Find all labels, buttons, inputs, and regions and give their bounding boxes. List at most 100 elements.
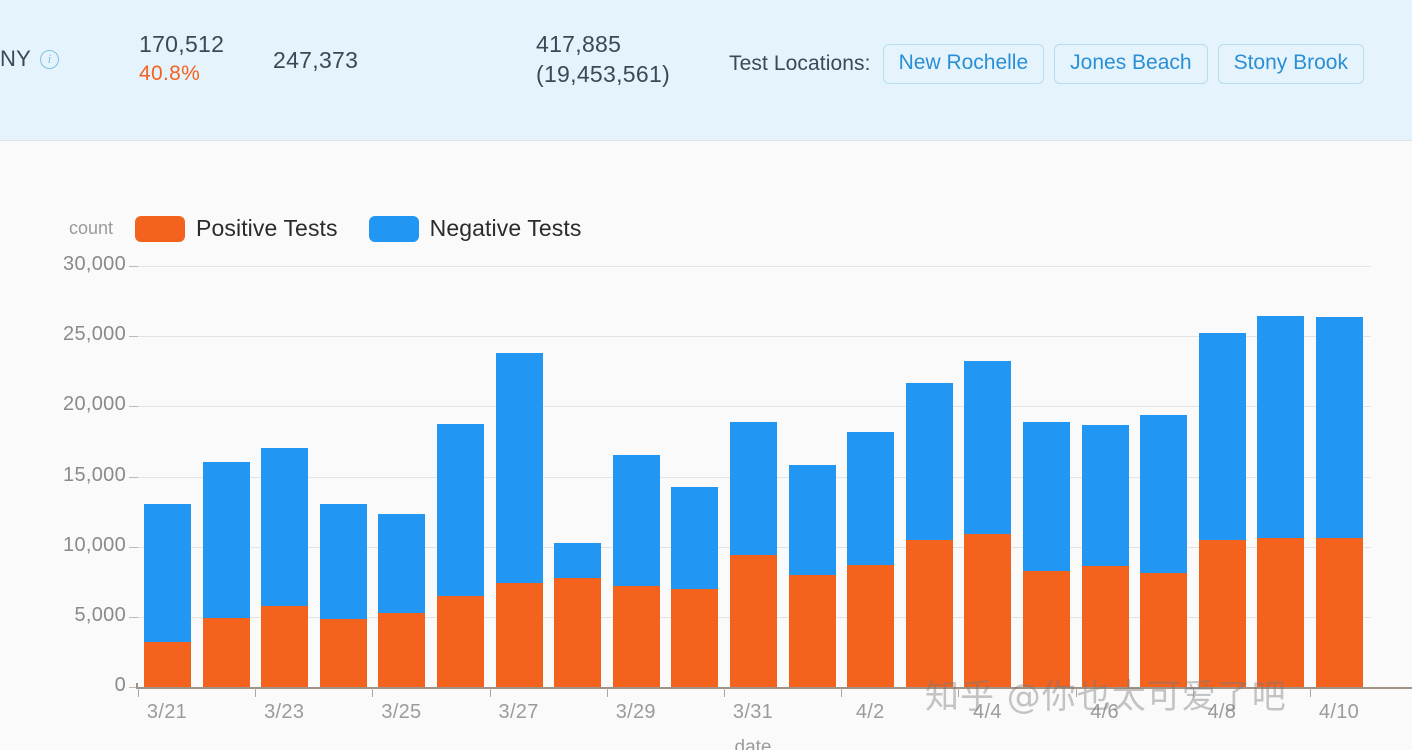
bar-segment-negative[interactable]: [788, 465, 836, 575]
bar-segment-negative[interactable]: [964, 360, 1012, 535]
bar-segment-positive[interactable]: [437, 595, 484, 687]
bar-segment-positive[interactable]: [788, 574, 836, 687]
bar-stack[interactable]: [319, 503, 367, 687]
bar-segment-negative[interactable]: [261, 448, 309, 606]
bar-segment-negative[interactable]: [1198, 333, 1246, 540]
bar-segment-negative[interactable]: [495, 353, 543, 584]
bar-segment-positive[interactable]: [905, 539, 953, 687]
bar-segment-positive[interactable]: [1140, 572, 1188, 687]
x-tick-mark: [255, 688, 257, 697]
bar-stack[interactable]: [1198, 333, 1246, 687]
bar-segment-positive[interactable]: [1023, 571, 1070, 687]
bar-stack[interactable]: [905, 383, 953, 687]
bar-segment-negative[interactable]: [905, 383, 953, 540]
y-tick-mark: [129, 476, 138, 478]
bar-stack[interactable]: [788, 465, 836, 687]
y-tick-label: 25,000: [63, 323, 126, 346]
bar-segment-negative[interactable]: [612, 455, 660, 586]
y-tick-label: 0: [114, 674, 126, 696]
bar-segment-negative[interactable]: [437, 423, 484, 596]
x-tick-label: 4/2: [855, 701, 885, 723]
bar-stack[interactable]: [437, 423, 484, 687]
y-tick-label: 30,000: [63, 253, 126, 275]
bar-segment-positive[interactable]: [1081, 565, 1129, 687]
location-chip-new-rochelle[interactable]: New Rochelle: [882, 44, 1045, 84]
x-tick-label: 4/6: [1090, 701, 1119, 723]
bar-segment-positive[interactable]: [964, 534, 1012, 687]
bar-segment-negative[interactable]: [671, 487, 719, 589]
bar-stack[interactable]: [378, 514, 426, 687]
location-chip-stony-brook[interactable]: Stony Brook: [1217, 44, 1364, 84]
bar-stack[interactable]: [1316, 316, 1363, 687]
bar-stack[interactable]: [1081, 424, 1129, 687]
x-tick-mark: [1075, 688, 1077, 697]
x-tick-mark: [372, 688, 374, 697]
x-tick-mark: [1192, 688, 1194, 697]
x-tick-label: 3/21: [146, 701, 188, 723]
y-tick-mark: [129, 336, 138, 338]
y-tick-mark: [129, 616, 138, 618]
x-tick-label: 3/29: [615, 701, 656, 723]
bar-segment-positive[interactable]: [202, 618, 250, 687]
x-tick-mark: [1310, 688, 1311, 697]
bar-segment-positive[interactable]: [1198, 539, 1246, 687]
y-tick-mark: [129, 406, 138, 408]
info-circle-icon[interactable]: i: [39, 49, 59, 69]
bar-segment-positive[interactable]: [495, 583, 543, 687]
location-chip-jones-beach[interactable]: Jones Beach: [1054, 44, 1208, 84]
x-tick-mark: [841, 688, 843, 697]
bar-segment-positive[interactable]: [671, 588, 719, 687]
bar-segment-negative[interactable]: [730, 422, 777, 556]
bar-stack[interactable]: [964, 360, 1012, 687]
bar-segment-positive[interactable]: [847, 564, 895, 687]
bar-segment-positive[interactable]: [319, 618, 367, 687]
bar-stack[interactable]: [144, 503, 191, 687]
bar-stack[interactable]: [202, 461, 250, 687]
bar-segment-negative[interactable]: [202, 461, 250, 619]
bar-stack[interactable]: [554, 543, 602, 687]
bar-segment-positive[interactable]: [612, 585, 660, 687]
bar-segment-negative[interactable]: [1316, 316, 1363, 539]
y-tick-label: 5,000: [74, 603, 126, 626]
bar-stack[interactable]: [261, 448, 309, 687]
bar-segment-negative[interactable]: [378, 514, 426, 614]
population-value: (19,453,561): [536, 61, 671, 87]
bar-segment-negative[interactable]: [1081, 424, 1129, 566]
x-axis-line: [136, 687, 1412, 689]
bar-stack[interactable]: [1023, 422, 1070, 687]
positive-tests-percent: 40.8%: [139, 62, 201, 85]
bar-stack[interactable]: [495, 353, 543, 687]
test-locations-label: Test Locations:: [729, 52, 871, 75]
bar-segment-negative[interactable]: [1257, 315, 1305, 538]
bar-segment-negative[interactable]: [847, 431, 895, 565]
bar-segment-negative[interactable]: [1023, 422, 1070, 572]
x-tick-mark: [958, 688, 960, 697]
bar-segment-negative[interactable]: [319, 503, 367, 619]
bar-segment-positive[interactable]: [144, 642, 191, 687]
bar-segment-positive[interactable]: [378, 613, 426, 687]
x-tick-mark: [138, 688, 139, 697]
gridline: [136, 406, 1371, 408]
bar-stack[interactable]: [671, 487, 719, 687]
bar-stack[interactable]: [847, 431, 895, 687]
bar-segment-negative[interactable]: [554, 543, 602, 578]
total-tests-value: 417,885: [536, 31, 622, 57]
x-tick-mark: [724, 688, 725, 697]
bar-stack[interactable]: [1257, 315, 1305, 687]
test-locations-group: Test Locations: New Rochelle Jones Beach…: [729, 44, 1364, 84]
bar-segment-positive[interactable]: [1316, 538, 1363, 687]
bar-stack[interactable]: [612, 455, 660, 687]
bar-stack[interactable]: [730, 422, 777, 687]
bar-segment-positive[interactable]: [261, 605, 309, 687]
bar-stack[interactable]: [1140, 414, 1188, 687]
bar-segment-negative[interactable]: [144, 503, 191, 643]
y-tick-label: 20,000: [63, 393, 126, 416]
bar-segment-negative[interactable]: [1140, 414, 1188, 573]
gridline: [136, 266, 1371, 267]
bar-segment-positive[interactable]: [554, 577, 602, 687]
x-tick-label: 3/23: [264, 701, 305, 723]
bar-segment-positive[interactable]: [1257, 537, 1305, 687]
x-tick-label: 3/31: [732, 701, 774, 723]
bar-segment-positive[interactable]: [730, 555, 777, 687]
y-tick-label: 10,000: [63, 533, 126, 556]
